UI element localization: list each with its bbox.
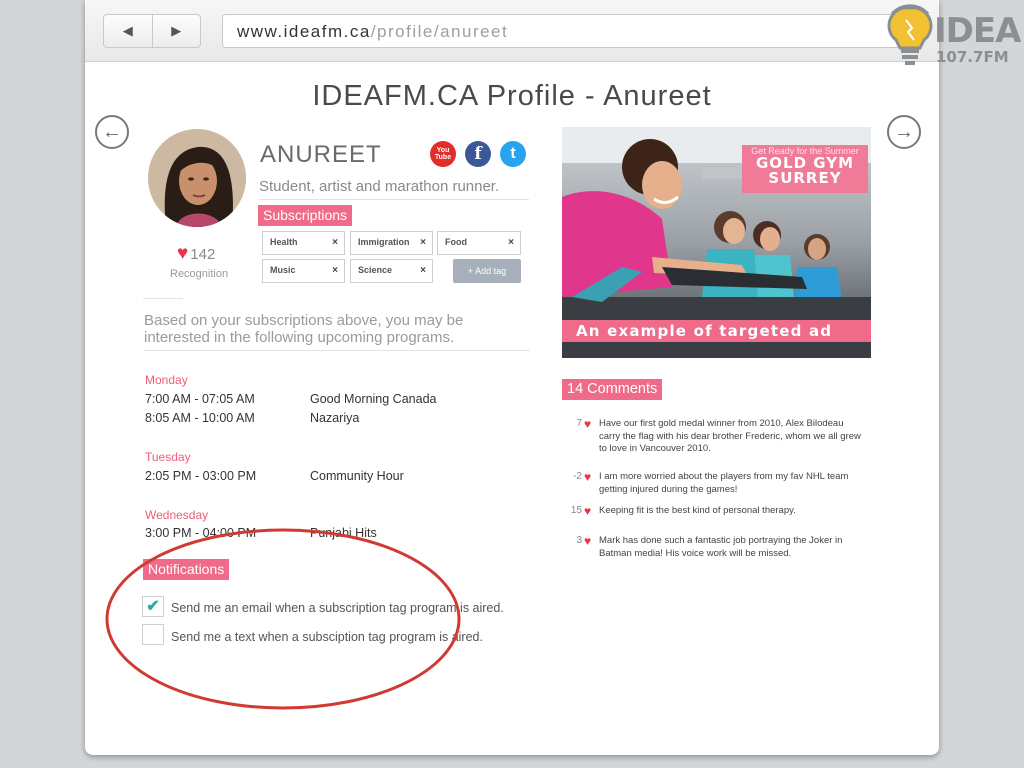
comments-header[interactable]: 14 Comments — [562, 379, 663, 400]
back-button[interactable]: ◀ — [104, 15, 152, 47]
ad-brand-line2: SURREY — [768, 169, 842, 187]
arrow-left-icon: ← — [102, 121, 122, 143]
remove-tag-icon[interactable]: × — [420, 265, 426, 276]
comment-item: 15 ♥ Keeping fit is the best kind of per… — [562, 505, 862, 521]
subscription-tag-science: Science × — [350, 259, 433, 283]
comment-text: I am more worried about the players from… — [599, 471, 849, 495]
comment-item: 7 ♥ Have our first gold medal winner fro… — [562, 418, 862, 458]
comment-text: Mark has done such a fantastic job portr… — [599, 535, 843, 559]
comment-item: 3 ♥ Mark has done such a fantastic job p… — [562, 535, 862, 563]
youtube-icon[interactable]: You Tube — [430, 141, 456, 167]
nav-buttons: ◀ ▶ — [103, 14, 201, 48]
email-notification-label: Send me an email when a subscription tag… — [171, 601, 504, 615]
heart-icon[interactable]: ♥ — [584, 418, 591, 430]
browser-toolbar: ◀ ▶ www.ideafm.ca/profile/anureet — [85, 0, 939, 62]
facebook-icon[interactable]: f — [465, 141, 491, 167]
remove-tag-icon[interactable]: × — [420, 237, 426, 248]
lightbulb-icon — [887, 4, 933, 65]
comment-text: Have our first gold medal winner from 20… — [599, 418, 861, 454]
divider — [259, 199, 529, 200]
tag-label: Immigration — [358, 237, 410, 247]
next-arrow-button[interactable]: → — [887, 115, 921, 149]
recognition-label: Recognition — [170, 268, 229, 280]
profile-name: ANUREET — [260, 141, 382, 168]
program-time: 2:05 PM - 03:00 PM — [145, 469, 257, 483]
idea-fm-logo: IDEA 107.7FM — [884, 0, 1024, 70]
comment-score: 7 — [576, 418, 582, 429]
divider — [144, 350, 530, 351]
page-title: IDEAFM.CA Profile - Anureet — [312, 80, 712, 112]
program-time: 3:00 PM - 04:00 PM — [145, 526, 257, 540]
targeted-ad[interactable]: Get Ready for the Summer GOLD GYM SURREY… — [562, 127, 871, 358]
notifications-header: Notifications — [143, 559, 230, 580]
comment-text: Keeping fit is the best kind of personal… — [599, 505, 796, 516]
checkmark-icon: ✔ — [146, 597, 160, 615]
comment-score: 15 — [570, 505, 582, 516]
program-time: 8:05 AM - 10:00 AM — [145, 411, 255, 425]
tag-label: Science — [358, 265, 393, 275]
tag-label: Music — [270, 265, 296, 275]
previous-arrow-button[interactable]: ← — [95, 115, 129, 149]
address-bar[interactable]: www.ideafm.ca/profile/anureet — [222, 14, 922, 48]
profile-photo — [148, 129, 246, 227]
profile-tagline: Student, artist and marathon runner. — [259, 178, 500, 195]
heart-icon: ♥ — [177, 243, 189, 264]
forward-button[interactable]: ▶ — [151, 15, 201, 47]
program-show[interactable]: Nazariya — [310, 411, 359, 425]
text-notification-label: Send me a text when a subsciption tag pr… — [171, 630, 483, 644]
url-path: /profile/anureet — [370, 22, 509, 41]
remove-tag-icon[interactable]: × — [332, 265, 338, 276]
heart-icon[interactable]: ♥ — [584, 505, 591, 517]
email-notification-checkbox[interactable]: ✔ — [142, 596, 164, 617]
logo-name: IDEA — [934, 11, 1021, 51]
subscription-tag-food: Food × — [437, 231, 521, 255]
program-show[interactable]: Good Morning Canada — [310, 392, 436, 406]
tag-label: Health — [270, 237, 298, 247]
program-day-monday: Monday — [145, 373, 188, 387]
subscription-tag-immigration: Immigration × — [350, 231, 433, 255]
text-notification-checkbox[interactable] — [142, 624, 164, 645]
program-show[interactable]: Community Hour — [310, 469, 404, 483]
program-day-tuesday: Tuesday — [145, 450, 191, 464]
recognition-value: 142 — [190, 245, 216, 263]
remove-tag-icon[interactable]: × — [332, 237, 338, 248]
program-day-wednesday: Wednesday — [145, 508, 209, 522]
tag-label: Food — [445, 237, 467, 247]
remove-tag-icon[interactable]: × — [508, 237, 514, 248]
arrow-right-icon: → — [894, 121, 914, 143]
comment-score: -2 — [573, 471, 582, 482]
comment-score: 3 — [576, 535, 582, 546]
subscription-tag-health: Health × — [262, 231, 345, 255]
add-tag-button[interactable]: + Add tag — [453, 259, 521, 283]
avatar — [148, 129, 246, 227]
url-host: www.ideafm.ca — [237, 22, 371, 41]
heart-icon[interactable]: ♥ — [584, 471, 591, 483]
subscriptions-header: Subscriptions — [258, 205, 353, 226]
subscription-tag-music: Music × — [262, 259, 345, 283]
ad-headline-banner: Get Ready for the Summer GOLD GYM SURREY — [742, 145, 868, 193]
logo-frequency: 107.7FM — [936, 48, 1009, 66]
program-time: 7:00 AM - 07:05 AM — [145, 392, 255, 406]
programs-intro: Based on your subscriptions above, you m… — [144, 312, 464, 346]
heart-icon[interactable]: ♥ — [584, 535, 591, 547]
divider — [143, 298, 183, 299]
recognition-count: ♥ 142 — [177, 243, 215, 265]
browser-window: ◀ ▶ www.ideafm.ca/profile/anureet IDEAFM… — [85, 0, 939, 755]
ad-caption: An example of targeted ad — [562, 320, 871, 342]
comment-item: -2 ♥ I am more worried about the players… — [562, 471, 862, 499]
twitter-icon[interactable]: t — [500, 141, 526, 167]
program-show[interactable]: Punjabi Hits — [310, 526, 377, 540]
